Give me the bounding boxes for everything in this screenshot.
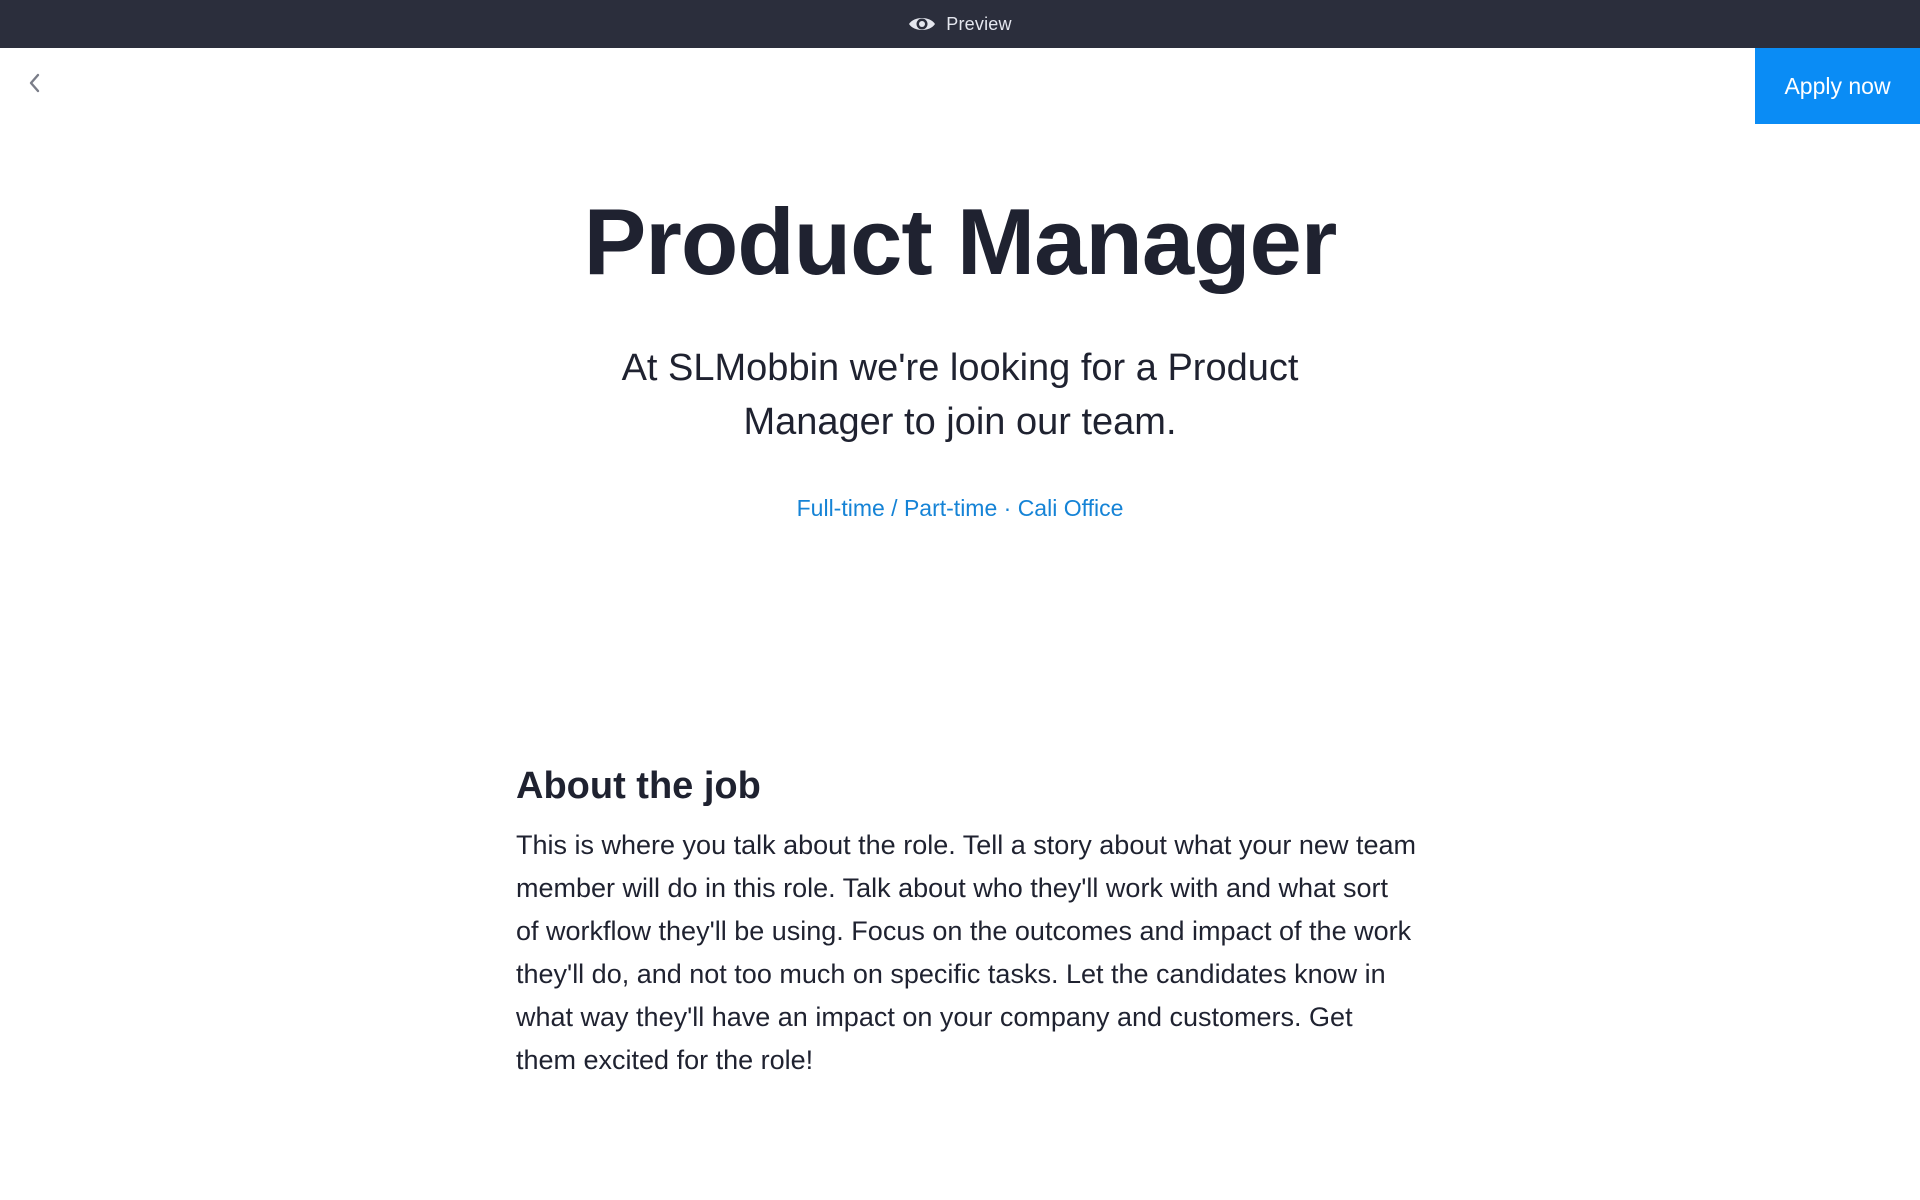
eye-icon [908,14,936,34]
about-body: This is where you talk about the role. T… [516,830,1416,1075]
about-section: About the job This is where you talk abo… [516,765,1416,1082]
job-title: Product Manager [583,189,1338,294]
apply-now-button[interactable]: Apply now [1755,48,1920,124]
preview-bar: Preview [0,0,1920,48]
chevron-left-icon [29,73,40,93]
job-subtitle: At SLMobbin we're looking for a Product … [621,347,1299,444]
job-hero: Product Manager At SLMobbin we're lookin… [0,190,1920,522]
about-heading: About the job [516,765,761,807]
preview-label: Preview [946,13,1012,34]
back-button[interactable] [20,68,50,98]
job-meta: Full-time / Part-time · Cali Office [796,495,1124,522]
